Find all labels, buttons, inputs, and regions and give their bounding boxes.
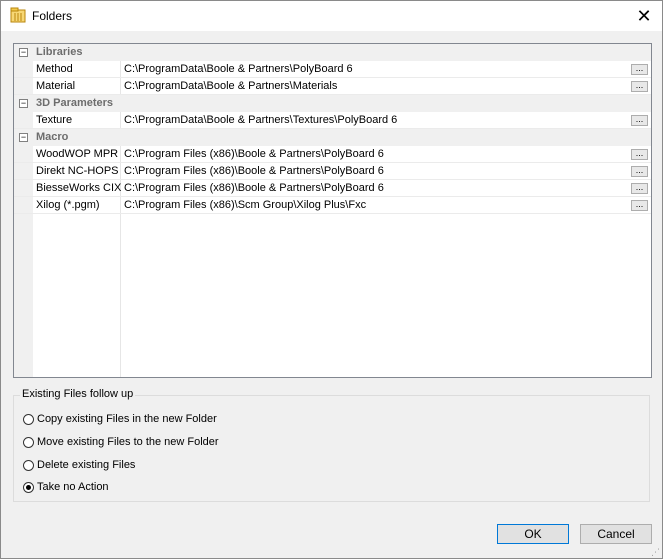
category-3d-parameters[interactable]: − 3D Parameters [14,95,651,112]
radio-copy-files[interactable]: Copy existing Files in the new Folder [23,411,217,427]
ok-button[interactable]: OK [497,524,569,544]
radio-label[interactable]: Take no Action [37,481,109,493]
category-label: 3D Parameters [36,97,114,109]
category-label: Libraries [36,46,83,58]
browse-button[interactable]: ... [631,81,648,92]
cancel-button[interactable]: Cancel [580,524,652,544]
property-row-woodwop-mpr[interactable]: WoodWOP MPR C:\Program Files (x86)\Boole… [14,146,651,163]
property-row-direkt-nc-hops[interactable]: Direkt NC-HOPS C:\Program Files (x86)\Bo… [14,163,651,180]
radio-move-files[interactable]: Move existing Files to the new Folder [23,434,219,450]
category-label: Macro [36,131,69,143]
property-name: Xilog (*.pgm) [36,199,100,211]
radio-button[interactable] [23,436,34,448]
browse-button[interactable]: ... [631,115,648,126]
resize-grip-icon[interactable]: ⋰ [651,547,661,557]
property-row-texture[interactable]: Texture C:\ProgramData\Boole & Partners\… [14,112,651,129]
window-title: Folders [32,9,73,23]
radio-take-no-action[interactable]: Take no Action [23,479,109,495]
property-name: Material [36,80,76,92]
property-row-xilog-pgm[interactable]: Xilog (*.pgm) C:\Program Files (x86)\Scm… [14,197,651,214]
radio-label[interactable]: Delete existing Files [37,459,135,471]
property-name: Method [36,63,73,75]
group-title: Existing Files follow up [20,388,136,400]
property-value[interactable]: C:\ProgramData\Boole & Partners\Material… [124,80,337,92]
property-name: Texture [36,114,73,126]
browse-button[interactable]: ... [631,64,648,75]
radio-delete-files[interactable]: Delete existing Files [23,457,135,473]
browse-button[interactable]: ... [631,149,648,160]
browse-button[interactable]: ... [631,200,648,211]
property-value[interactable]: C:\ProgramData\Boole & Partners\Textures… [124,114,397,126]
collapse-icon[interactable]: − [19,99,28,108]
close-icon: ✕ [636,6,652,26]
close-button[interactable]: ✕ [633,5,655,27]
collapse-icon[interactable]: − [19,48,28,57]
category-macro[interactable]: − Macro [14,129,651,146]
property-value[interactable]: C:\Program Files (x86)\Boole & Partners\… [124,182,384,194]
property-name: BiesseWorks CIX [36,182,122,194]
radio-label[interactable]: Move existing Files to the new Folder [37,436,219,448]
radio-button[interactable] [23,413,34,425]
property-row-material[interactable]: Material C:\ProgramData\Boole & Partners… [14,78,651,95]
property-row-method[interactable]: Method C:\ProgramData\Boole & Partners\P… [14,61,651,78]
folders-property-grid: − Libraries Method C:\ProgramData\Boole … [13,43,652,378]
property-row-biesseworks-cix[interactable]: BiesseWorks CIX C:\Program Files (x86)\B… [14,180,651,197]
property-value[interactable]: C:\Program Files (x86)\Scm Group\Xilog P… [124,199,366,211]
property-value[interactable]: C:\Program Files (x86)\Boole & Partners\… [124,165,384,177]
radio-button[interactable] [23,459,34,471]
radio-label[interactable]: Copy existing Files in the new Folder [37,413,217,425]
title-bar: Folders ✕ [1,1,662,31]
property-value[interactable]: C:\Program Files (x86)\Boole & Partners\… [124,148,384,160]
property-name: WoodWOP MPR [36,148,119,160]
folders-app-icon [10,7,26,23]
folders-dialog: Folders ✕ − Libraries Method C:\ProgramD… [0,0,663,559]
browse-button[interactable]: ... [631,183,648,194]
browse-button[interactable]: ... [631,166,648,177]
property-name: Direkt NC-HOPS [36,165,119,177]
category-libraries[interactable]: − Libraries [14,44,651,61]
radio-button-selected[interactable] [23,481,34,493]
collapse-icon[interactable]: − [19,133,28,142]
property-value[interactable]: C:\ProgramData\Boole & Partners\PolyBoar… [124,63,353,75]
